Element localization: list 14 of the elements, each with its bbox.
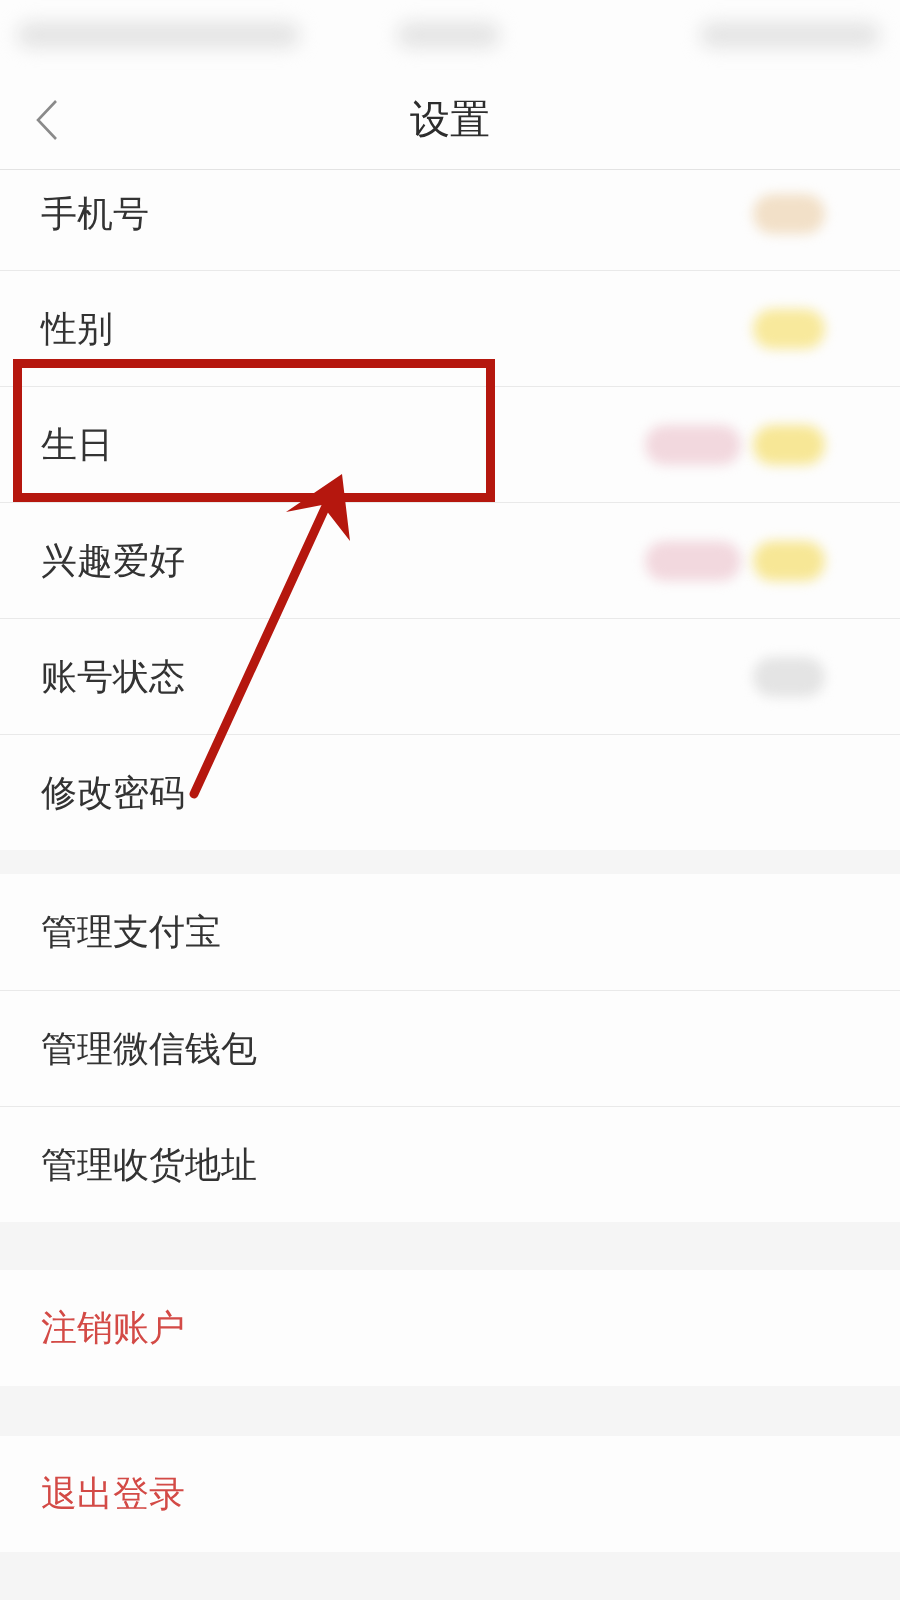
settings-item[interactable]: 兴趣爱好 xyxy=(41,538,185,583)
action-item[interactable]: 注销账户 xyxy=(41,1306,185,1350)
action-item[interactable]: 退出登录 xyxy=(41,1472,185,1516)
settings-item[interactable]: 管理支付宝 xyxy=(41,910,221,954)
back-icon xyxy=(36,99,58,140)
settings-item[interactable]: 管理微信钱包 xyxy=(41,1026,257,1071)
settings-item[interactable]: 手机号 xyxy=(41,192,149,236)
settings-item[interactable]: 修改密码 xyxy=(41,770,185,815)
back-button[interactable] xyxy=(36,99,58,140)
settings-item[interactable]: 生日 xyxy=(41,422,113,467)
settings-item[interactable]: 性别 xyxy=(41,306,113,351)
settings-item[interactable]: 管理收货地址 xyxy=(41,1142,257,1187)
page-title: 设置 xyxy=(410,95,490,144)
settings-item[interactable]: 账号状态 xyxy=(41,654,185,699)
